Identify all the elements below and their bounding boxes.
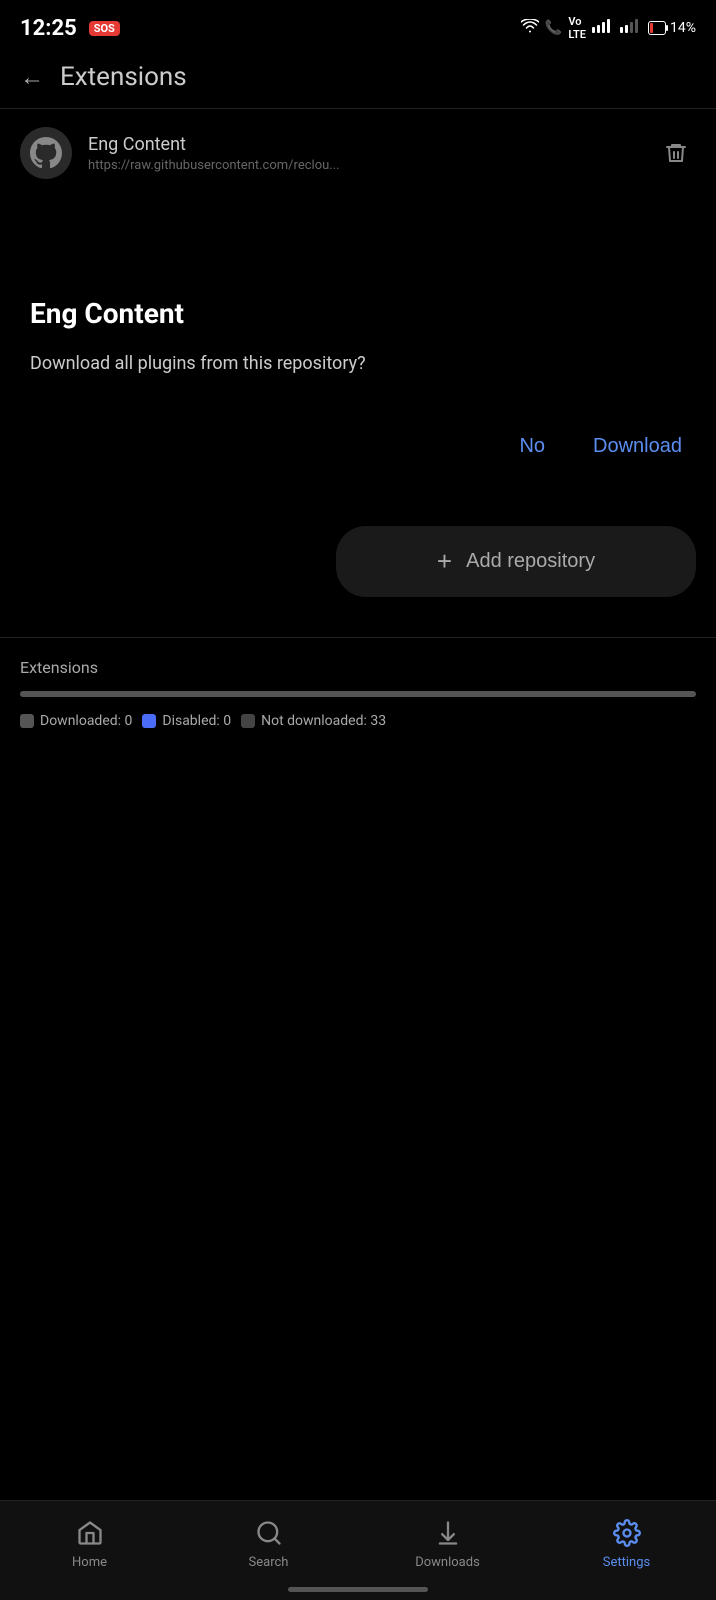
bottom-indicator xyxy=(288,1587,428,1592)
nav-item-search[interactable]: Search xyxy=(179,1517,358,1570)
repo-info: Eng Content https://raw.githubuserconten… xyxy=(88,134,640,173)
nav-item-home[interactable]: Home xyxy=(0,1517,179,1570)
search-icon xyxy=(253,1517,285,1549)
stat-downloaded: Downloaded: 0 xyxy=(20,713,132,729)
add-repository-button[interactable]: + Add repository xyxy=(336,526,696,597)
nav-label-downloads: Downloads xyxy=(415,1555,480,1570)
nav-item-downloads[interactable]: Downloads xyxy=(358,1517,537,1570)
dialog-message: Download all plugins from this repositor… xyxy=(30,350,686,377)
status-sos: SOS xyxy=(89,21,120,36)
plus-icon: + xyxy=(437,546,452,577)
stat-downloaded-label: Downloaded: 0 xyxy=(40,713,132,729)
nav-label-settings: Settings xyxy=(603,1555,650,1570)
call-icon: 📞 xyxy=(545,20,562,36)
wifi-icon xyxy=(521,19,539,37)
download-icon xyxy=(432,1517,464,1549)
dot-disabled xyxy=(142,714,156,728)
status-icons: 📞 VoLTE 14% xyxy=(521,15,696,41)
stat-notdownloaded-label: Not downloaded: 33 xyxy=(261,713,386,729)
dialog: Eng Content Download all plugins from th… xyxy=(0,257,716,496)
dialog-title: Eng Content xyxy=(30,297,686,330)
extensions-section: Extensions Downloaded: 0 Disabled: 0 Not… xyxy=(0,637,716,739)
battery-icon: 14% xyxy=(648,20,696,36)
extensions-progress-bar xyxy=(20,691,696,697)
dialog-cancel-button[interactable]: No xyxy=(515,427,549,466)
signal2-icon xyxy=(620,19,642,37)
back-button[interactable]: ← xyxy=(20,63,44,92)
bottom-nav: Home Search Downloads Settings xyxy=(0,1500,716,1600)
add-repo-section: + Add repository xyxy=(0,496,716,627)
extensions-stats: Downloaded: 0 Disabled: 0 Not downloaded… xyxy=(20,713,696,729)
home-icon xyxy=(74,1517,106,1549)
nav-label-search: Search xyxy=(249,1555,289,1570)
repo-github-icon xyxy=(20,127,72,179)
stat-not-downloaded: Not downloaded: 33 xyxy=(241,713,386,729)
repo-name: Eng Content xyxy=(88,134,640,155)
stat-disabled-label: Disabled: 0 xyxy=(162,713,231,729)
top-bar: ← Extensions xyxy=(0,52,716,108)
status-bar: 12:25 SOS 📞 VoLTE xyxy=(0,0,716,52)
dot-downloaded xyxy=(20,714,34,728)
status-time: 12:25 xyxy=(20,16,77,41)
dialog-actions: No Download xyxy=(30,427,686,466)
repo-url: https://raw.githubusercontent.com/reclou… xyxy=(88,158,640,173)
progress-bar-fill xyxy=(20,691,696,697)
dot-notdownloaded xyxy=(241,714,255,728)
nav-label-home: Home xyxy=(72,1555,107,1570)
signal-icon xyxy=(592,19,614,37)
add-repo-label: Add repository xyxy=(466,550,595,573)
volte-icon: VoLTE xyxy=(568,15,586,41)
page-title: Extensions xyxy=(60,62,187,92)
extensions-label: Extensions xyxy=(20,658,696,677)
stat-disabled: Disabled: 0 xyxy=(142,713,231,729)
nav-item-settings[interactable]: Settings xyxy=(537,1517,716,1570)
settings-icon xyxy=(611,1517,643,1549)
repo-delete-button[interactable] xyxy=(656,133,696,173)
repo-item: Eng Content https://raw.githubuserconten… xyxy=(0,109,716,197)
battery-text: 14% xyxy=(670,20,696,36)
dialog-confirm-button[interactable]: Download xyxy=(589,427,686,466)
